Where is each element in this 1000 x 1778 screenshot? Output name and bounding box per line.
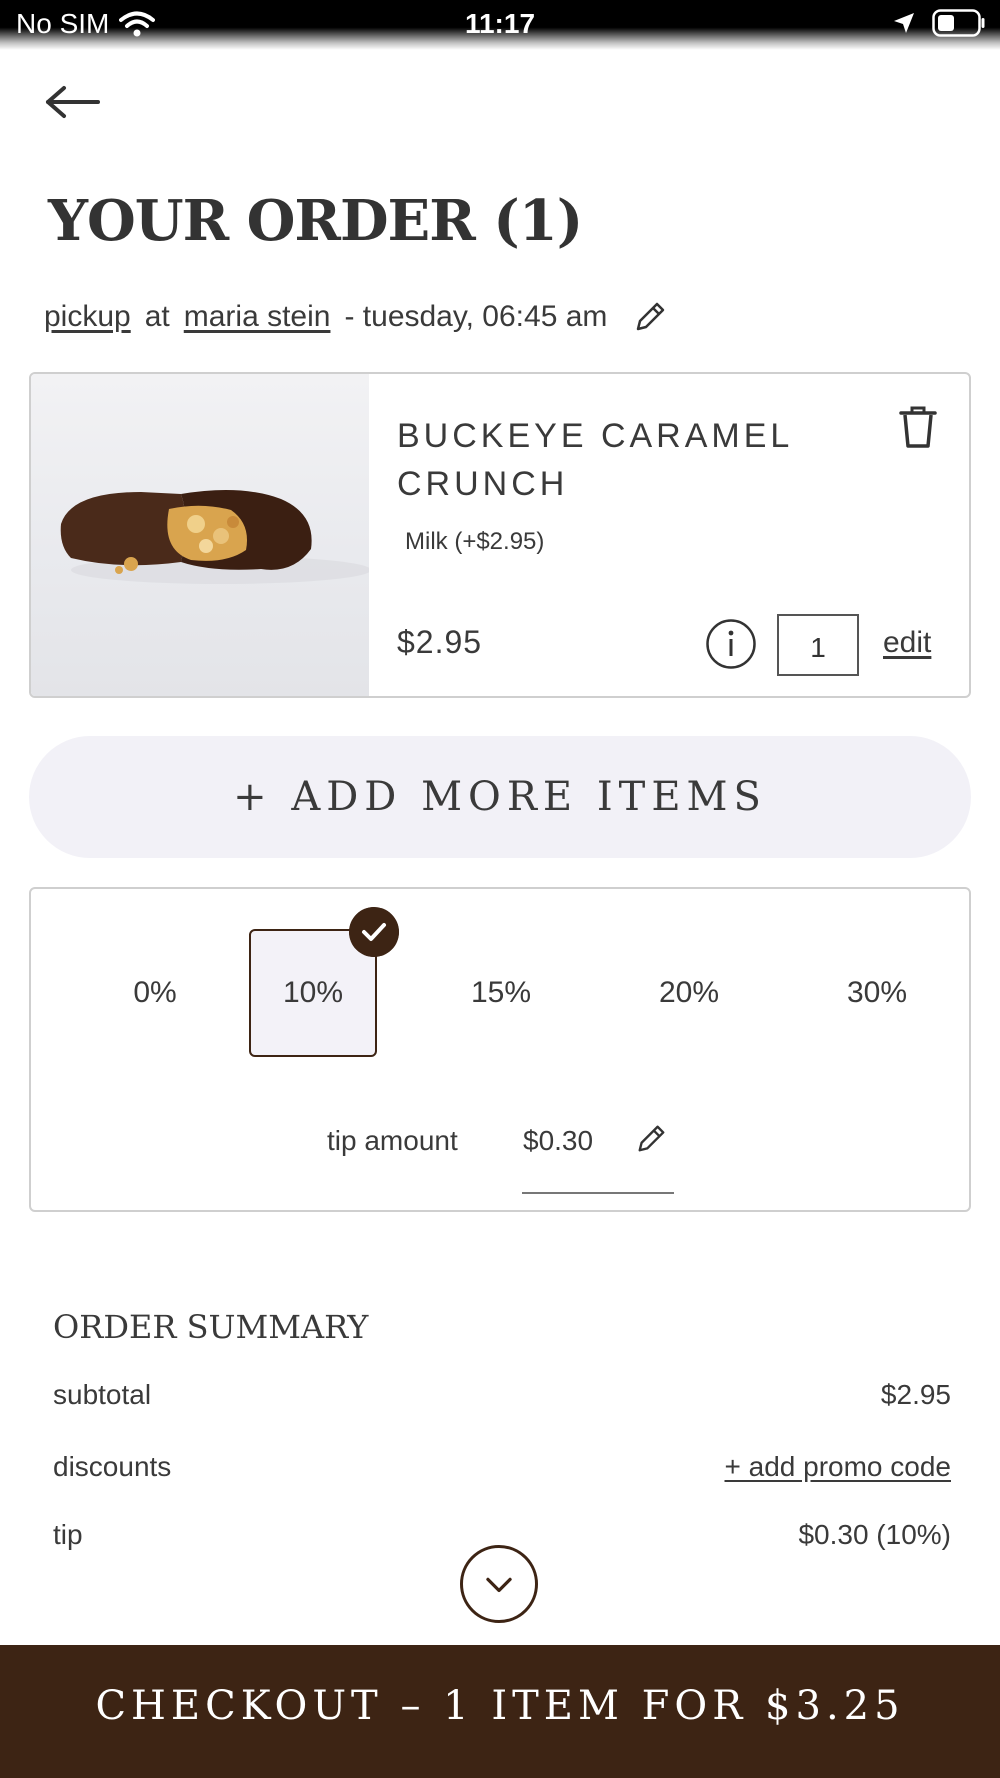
item-option: Milk (+$2.95) <box>405 528 545 555</box>
battery-icon <box>932 9 985 37</box>
discounts-row: discounts + add promo code <box>53 1451 951 1483</box>
tip-selector: 0% 10% 15% 20% 30% tip amount $0.30 <box>29 887 971 1212</box>
tip-amount-label: tip amount <box>327 1125 458 1156</box>
tip-input-underline <box>522 1192 674 1194</box>
add-promo-code-link[interactable]: + add promo code <box>725 1451 952 1483</box>
tip-option-20[interactable]: 20% <box>625 929 753 1057</box>
tip-summary-value: $0.30 (10%) <box>798 1519 951 1550</box>
clock: 11:17 <box>464 8 536 39</box>
product-image <box>31 374 371 696</box>
tip-summary-label: tip <box>53 1519 83 1550</box>
info-icon[interactable] <box>705 618 757 670</box>
pickup-at-label: at <box>144 300 170 333</box>
status-bar: No SIM 11:17 <box>0 0 1000 50</box>
edit-tip-pencil-icon[interactable] <box>635 1123 667 1155</box>
item-price: $2.95 <box>397 624 483 660</box>
pickup-time: - tuesday, 06:45 am <box>344 300 608 333</box>
subtotal-value: $2.95 <box>880 1379 951 1410</box>
order-item-card: BUCKEYE CARAMEL CRUNCH Milk (+$2.95) $2.… <box>29 372 971 698</box>
status-icons <box>892 9 986 37</box>
discounts-label: discounts <box>53 1451 172 1482</box>
pickup-details: pickup at maria stein - tuesday, 06:45 a… <box>44 300 667 334</box>
subtotal-label: subtotal <box>53 1379 152 1410</box>
pickup-location-link[interactable]: maria stein <box>184 300 331 334</box>
order-summary-title: ORDER SUMMARY <box>53 1308 369 1346</box>
edit-item-link[interactable]: edit <box>883 626 931 660</box>
page-title: YOUR ORDER (1) <box>48 188 583 254</box>
selected-check-icon <box>349 907 399 957</box>
add-more-items-button[interactable]: + ADD MORE ITEMS <box>29 736 971 858</box>
tip-amount-input[interactable]: $0.30 <box>523 1125 593 1157</box>
item-name: BUCKEYE CARAMEL CRUNCH <box>397 417 793 503</box>
tip-option-30[interactable]: 30% <box>813 929 941 1057</box>
tip-option-15[interactable]: 15% <box>437 929 565 1057</box>
tip-option-0[interactable]: 0% <box>91 929 219 1057</box>
checkout-button[interactable]: CHECKOUT – 1 ITEM FOR $3.25 <box>0 1645 1000 1778</box>
quantity-input[interactable]: 1 <box>777 614 859 676</box>
edit-pickup-pencil-icon[interactable] <box>633 300 667 334</box>
trash-icon[interactable] <box>897 404 939 450</box>
scroll-down-chevron-icon[interactable] <box>460 1545 538 1623</box>
location-arrow-icon <box>894 13 914 33</box>
pickup-mode-link[interactable]: pickup <box>44 300 131 334</box>
back-arrow-icon[interactable] <box>44 80 102 124</box>
subtotal-row: subtotal $2.95 <box>53 1379 951 1411</box>
